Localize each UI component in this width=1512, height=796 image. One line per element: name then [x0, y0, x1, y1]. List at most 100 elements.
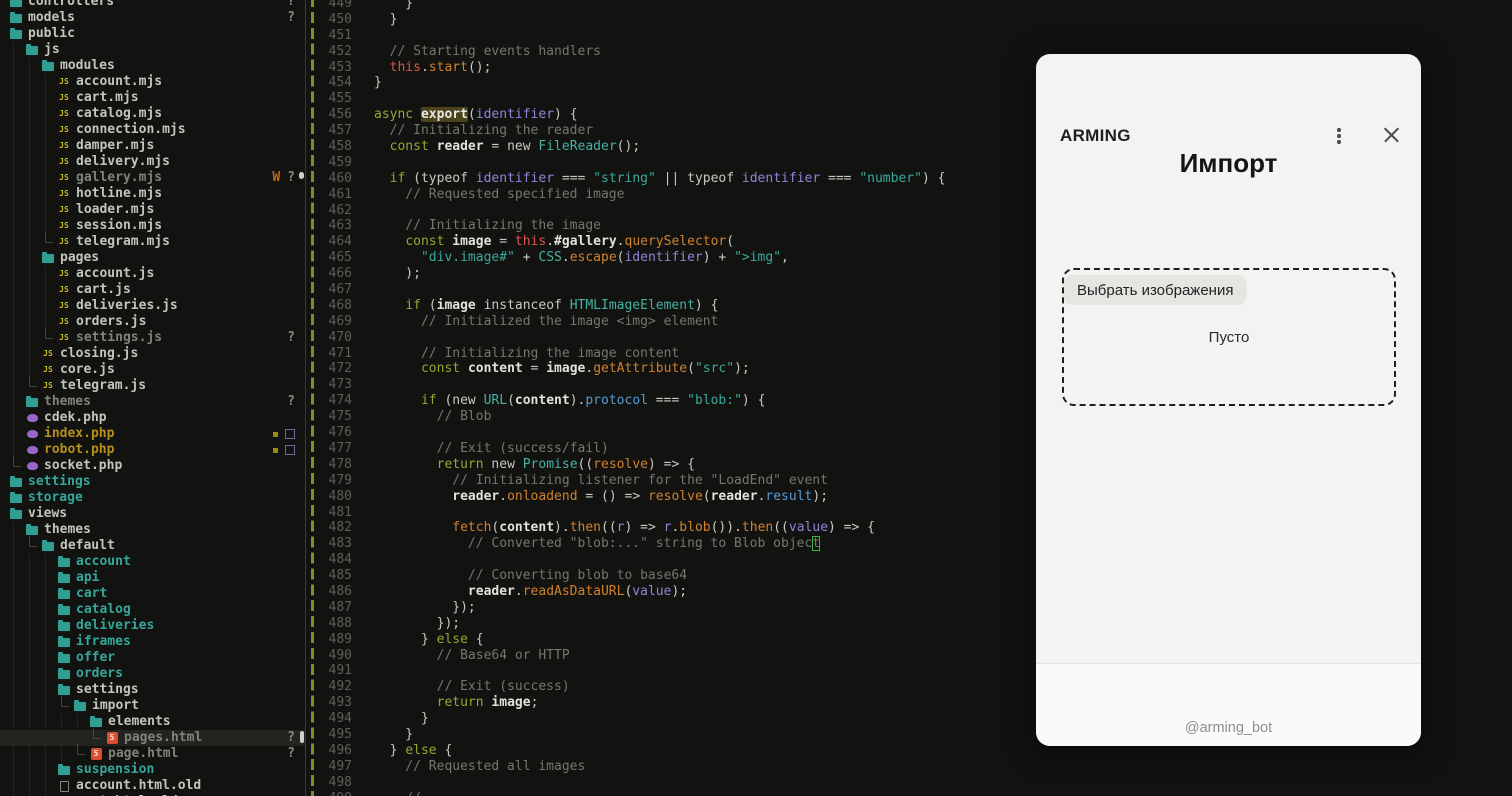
tree-item-closing.js[interactable]: JSclosing.js: [0, 346, 305, 362]
tree-item-pages[interactable]: pages: [0, 250, 305, 266]
image-dropzone[interactable]: Пусто: [1062, 268, 1396, 406]
tree-item-settings[interactable]: settings: [0, 682, 305, 698]
code-line: 497 // Requested all images: [306, 759, 1512, 775]
line-number: 481: [306, 505, 352, 521]
file-tree-panel[interactable]: controllers?models?publicjsmodulesJSacco…: [0, 0, 305, 796]
tree-indent-guide: [40, 90, 56, 106]
tree-item-connection.mjs[interactable]: JSconnection.mjs: [0, 122, 305, 138]
tree-item-account.js[interactable]: JSaccount.js: [0, 266, 305, 282]
code-line-content: );: [374, 266, 421, 282]
tree-item-api[interactable]: api: [0, 570, 305, 586]
tree-item-gallery.mjs[interactable]: JSgallery.mjsW?: [0, 170, 305, 186]
tree-item-robot.php[interactable]: robot.php: [0, 442, 305, 458]
code-line-content: }: [374, 75, 382, 91]
line-number: 460: [306, 171, 352, 187]
tree-indent-guide: [8, 762, 24, 778]
tree-item-label: telegram.mjs: [76, 234, 170, 250]
line-number: 470: [306, 330, 352, 346]
line-number: 456: [306, 107, 352, 123]
code-line-content: reader.readAsDataURL(value);: [374, 584, 687, 600]
tree-item-account.mjs[interactable]: JSaccount.mjs: [0, 74, 305, 90]
folder-icon: [40, 58, 56, 74]
tree-indent-guide: [8, 250, 24, 266]
tree-item-orders[interactable]: orders: [0, 666, 305, 682]
tree-branch-corner: [24, 538, 40, 554]
folder-icon: [8, 26, 24, 42]
tree-item-views[interactable]: views: [0, 506, 305, 522]
tree-indent-guide: [8, 682, 24, 698]
tree-item-index.php[interactable]: index.php: [0, 426, 305, 442]
close-icon[interactable]: [1383, 126, 1400, 143]
tree-indent-guide: [40, 602, 56, 618]
tree-item-controllers[interactable]: controllers?: [0, 0, 305, 10]
tree-item-modules[interactable]: modules: [0, 58, 305, 74]
tree-item-label: orders: [76, 666, 123, 682]
tree-indent-guide: [8, 186, 24, 202]
tree-item-suspension[interactable]: suspension: [0, 762, 305, 778]
code-line: 449 }: [306, 0, 1512, 12]
tree-item-telegram.mjs[interactable]: JStelegram.mjs: [0, 234, 305, 250]
tree-item-telegram.js[interactable]: JStelegram.js: [0, 378, 305, 394]
tree-indent-guide: [8, 202, 24, 218]
tree-indent-guide: [8, 746, 24, 762]
tree-item-js[interactable]: js: [0, 42, 305, 58]
tree-item-offer[interactable]: offer: [0, 650, 305, 666]
code-line-content: const content = image.getAttribute("src"…: [374, 361, 750, 377]
tree-item-default[interactable]: default: [0, 538, 305, 554]
tree-item-core.js[interactable]: JScore.js: [0, 362, 305, 378]
tree-item-settings[interactable]: settings: [0, 474, 305, 490]
tree-indent-guide: [24, 330, 40, 346]
tree-item-page.html[interactable]: 5page.html?: [0, 746, 305, 762]
tree-item-label: core.js: [60, 362, 115, 378]
tree-item-delivery.mjs[interactable]: JSdelivery.mjs: [0, 154, 305, 170]
tree-item-label: loader.mjs: [76, 202, 154, 218]
tree-item-iframes[interactable]: iframes: [0, 634, 305, 650]
tree-item-storage[interactable]: storage: [0, 490, 305, 506]
tree-item-import[interactable]: import: [0, 698, 305, 714]
tree-item-damper.mjs[interactable]: JSdamper.mjs: [0, 138, 305, 154]
tree-item-account.html.old[interactable]: account.html.old: [0, 778, 305, 794]
tree-item-deliveries.js[interactable]: JSdeliveries.js: [0, 298, 305, 314]
tree-indent-guide: [24, 698, 40, 714]
git-square-badge: [285, 445, 295, 455]
code-line-content: }: [374, 0, 413, 12]
modified-dot-badge: [273, 448, 278, 453]
folder-icon: [56, 554, 72, 570]
folder-icon: [8, 490, 24, 506]
tree-indent-guide: [8, 650, 24, 666]
tree-item-elements[interactable]: elements: [0, 714, 305, 730]
tree-item-catalog[interactable]: catalog: [0, 602, 305, 618]
tree-indent-guide: [24, 58, 40, 74]
tree-item-hotline.mjs[interactable]: JShotline.mjs: [0, 186, 305, 202]
tree-item-cart.mjs[interactable]: JScart.mjs: [0, 90, 305, 106]
tree-item-account[interactable]: account: [0, 554, 305, 570]
tree-item-socket.php[interactable]: socket.php: [0, 458, 305, 474]
tree-item-pages.html[interactable]: 5pages.html?: [0, 730, 305, 746]
warning-badge: W: [272, 170, 280, 186]
tree-item-catalog.mjs[interactable]: JScatalog.mjs: [0, 106, 305, 122]
tree-item-label: deliveries.js: [76, 298, 178, 314]
kebab-menu-icon[interactable]: [1332, 126, 1346, 146]
tree-item-settings.js[interactable]: JSsettings.js?: [0, 330, 305, 346]
tree-item-badges: ?: [287, 330, 295, 346]
line-number: 498: [306, 775, 352, 791]
code-line-content: // Blob: [374, 409, 491, 425]
tree-item-loader.mjs[interactable]: JSloader.mjs: [0, 202, 305, 218]
tree-item-cart.js[interactable]: JScart.js: [0, 282, 305, 298]
tree-item-models[interactable]: models?: [0, 10, 305, 26]
file-tree: controllers?models?publicjsmodulesJSacco…: [0, 0, 305, 796]
tree-item-cart[interactable]: cart: [0, 586, 305, 602]
tree-item-cdek.php[interactable]: cdek.php: [0, 410, 305, 426]
tree-indent-guide: [40, 138, 56, 154]
line-number: 491: [306, 663, 352, 679]
code-line-content: // Requested all images: [374, 759, 585, 775]
tree-item-label: session.mjs: [76, 218, 162, 234]
tree-indent-guide: [8, 586, 24, 602]
tree-item-themes[interactable]: themes?: [0, 394, 305, 410]
tree-item-deliveries[interactable]: deliveries: [0, 618, 305, 634]
tree-indent-guide: [8, 106, 24, 122]
tree-item-public[interactable]: public: [0, 26, 305, 42]
modified-dot-badge: [273, 432, 278, 437]
javascript-file-icon: JS: [56, 330, 72, 346]
tree-item-themes[interactable]: themes: [0, 522, 305, 538]
